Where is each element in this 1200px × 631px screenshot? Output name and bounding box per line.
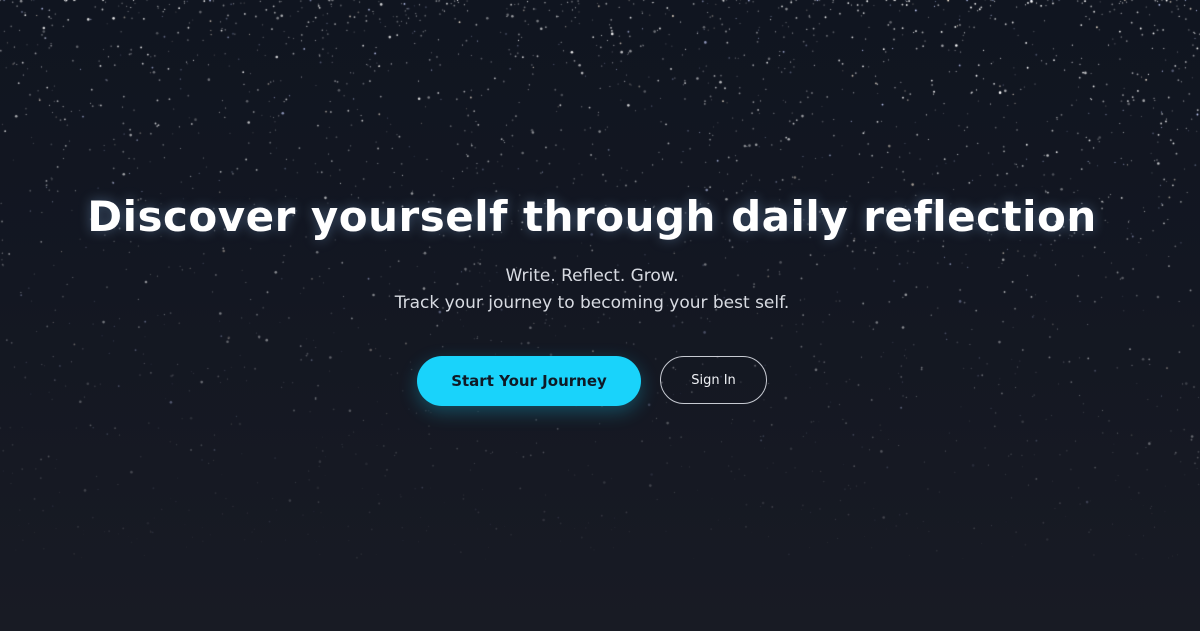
sign-in-button[interactable]: Sign In bbox=[660, 356, 767, 404]
hero-tagline: Write. Reflect. Grow. bbox=[505, 266, 679, 286]
hero-title: Discover yourself through daily reflecti… bbox=[87, 192, 1097, 241]
hero-section: Discover yourself through daily reflecti… bbox=[0, 0, 1200, 631]
start-journey-button[interactable]: Start Your Journey bbox=[417, 356, 641, 406]
hero-subtitle: Track your journey to becoming your best… bbox=[394, 293, 790, 313]
